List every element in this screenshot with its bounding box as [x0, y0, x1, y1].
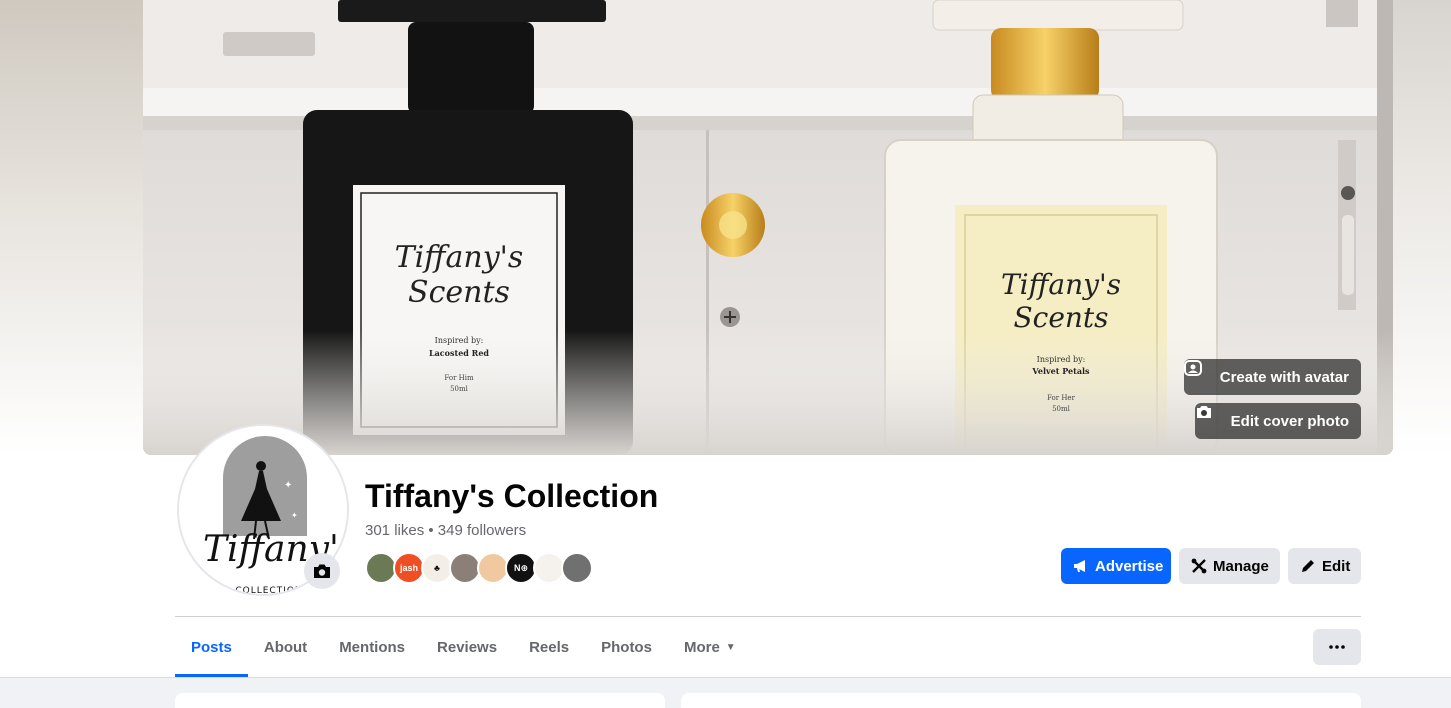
- create-with-avatar-button[interactable]: Create with avatar: [1183, 359, 1361, 395]
- page-title: Tiffany's Collection: [365, 478, 659, 514]
- caret-down-icon: ▼: [725, 641, 736, 653]
- left-bottle-name: Lacosted Red: [428, 348, 489, 358]
- tab-posts[interactable]: Posts: [175, 617, 248, 677]
- megaphone-icon: [1073, 558, 1089, 574]
- right-bottle-name: Velvet Petals: [1032, 366, 1090, 376]
- background-left: [0, 0, 143, 455]
- svg-text:✦: ✦: [284, 480, 292, 491]
- follower-avatars[interactable]: jash ♣ N⊕: [365, 552, 593, 584]
- page-tabs: Posts About Mentions Reviews Reels Photo…: [175, 617, 752, 677]
- advertise-label: Advertise: [1095, 557, 1164, 575]
- create-with-avatar-label: Create with avatar: [1219, 368, 1349, 386]
- camera-icon: [1196, 406, 1225, 430]
- page-stats[interactable]: 301 likes • 349 followers: [365, 522, 526, 539]
- right-bottle-for: For Her: [1047, 394, 1075, 402]
- tab-reels[interactable]: Reels: [513, 617, 585, 677]
- left-bottle-for: For Him: [444, 374, 474, 382]
- more-options-button[interactable]: [1313, 629, 1361, 665]
- right-bottle-inspired: Inspired by:: [1036, 355, 1086, 364]
- cover-photo[interactable]: Tiffany's Scents Inspired by: Lacosted R…: [143, 0, 1393, 455]
- update-profile-picture-button[interactable]: [304, 553, 340, 589]
- background-right: [1393, 0, 1451, 455]
- follower-avatar[interactable]: [561, 552, 593, 584]
- svg-text:✦: ✦: [291, 511, 298, 520]
- composer-card[interactable]: [681, 693, 1361, 708]
- avatar-icon: [1183, 360, 1214, 386]
- tab-reviews[interactable]: Reviews: [421, 617, 513, 677]
- ellipsis-icon: [1329, 645, 1345, 649]
- tab-photos[interactable]: Photos: [585, 617, 668, 677]
- tab-about[interactable]: About: [248, 617, 323, 677]
- edit-cover-photo-label: Edit cover photo: [1230, 412, 1349, 430]
- right-bottle-size: 50ml: [1052, 405, 1070, 413]
- manage-label: Manage: [1213, 557, 1269, 575]
- tab-more[interactable]: More ▼: [668, 617, 752, 677]
- edit-button[interactable]: Edit: [1288, 548, 1361, 584]
- profile-logo-subtext: COLLECTION: [235, 586, 303, 596]
- edit-label: Edit: [1322, 557, 1351, 575]
- intro-card: [175, 693, 665, 708]
- camera-icon: [314, 564, 330, 578]
- manage-button[interactable]: Manage: [1179, 548, 1280, 584]
- left-bottle-size: 50ml: [450, 385, 468, 393]
- tab-mentions[interactable]: Mentions: [323, 617, 421, 677]
- left-bottle-inspired: Inspired by:: [434, 336, 484, 345]
- tools-icon: [1191, 558, 1207, 574]
- advertise-button[interactable]: Advertise: [1061, 548, 1171, 584]
- right-bottle-brand: Tiffany's Scents: [1000, 268, 1122, 334]
- tab-more-label: More: [683, 638, 720, 656]
- edit-cover-photo-button[interactable]: Edit cover photo: [1194, 403, 1361, 439]
- pencil-icon: [1300, 558, 1316, 574]
- left-bottle-brand: Tiffany's Scents: [394, 240, 524, 310]
